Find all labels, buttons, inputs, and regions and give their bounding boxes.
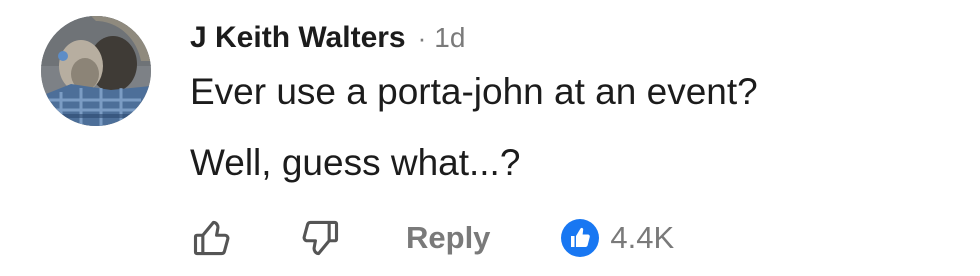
- comment-header: J Keith Walters · 1d: [190, 18, 465, 58]
- reaction-count: 4.4K: [610, 220, 675, 255]
- thumbs-up-outline-icon: [193, 220, 230, 256]
- comment-text-line-1: Ever use a porta-john at an event?: [190, 71, 758, 112]
- comment-actions: Reply 4.4K: [186, 212, 674, 264]
- timestamp[interactable]: 1d: [434, 22, 465, 54]
- comment: J Keith Walters · 1d Ever use a porta-jo…: [0, 0, 980, 276]
- thumbs-down-outline-icon: [302, 220, 339, 256]
- reply-button[interactable]: Reply: [406, 220, 490, 256]
- author-name[interactable]: J Keith Walters: [190, 21, 406, 55]
- avatar[interactable]: [41, 16, 151, 126]
- comment-text-line-2: Well, guess what...?: [190, 142, 521, 183]
- like-reaction-icon: [561, 219, 600, 257]
- dislike-button[interactable]: [294, 212, 346, 264]
- reactions-summary[interactable]: 4.4K: [560, 218, 674, 258]
- like-button[interactable]: [186, 212, 238, 264]
- avatar-image: [41, 16, 151, 126]
- separator-dot: ·: [417, 22, 427, 53]
